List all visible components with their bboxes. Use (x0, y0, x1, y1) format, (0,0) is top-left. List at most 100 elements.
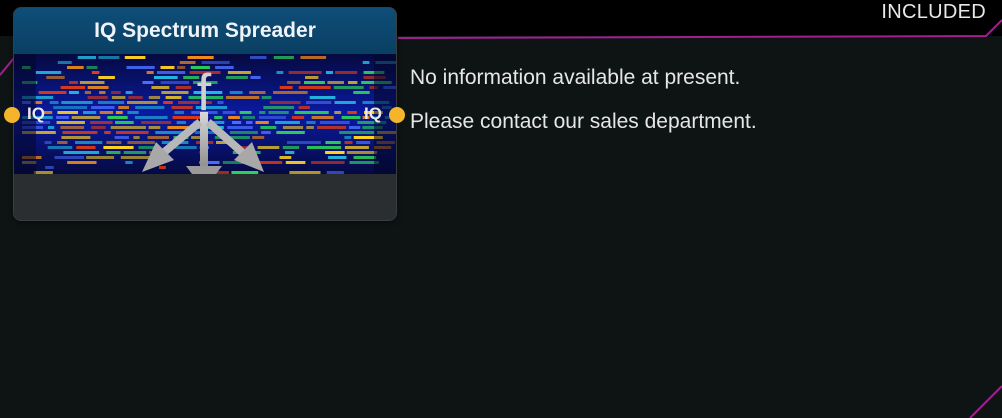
spectrum-band (291, 116, 305, 119)
spectrum-band (56, 121, 85, 124)
spectrum-band (49, 101, 59, 104)
spectrum-band (177, 66, 186, 69)
spectrum-band (174, 111, 184, 114)
spectrum-band (165, 96, 182, 99)
spectrum-band (287, 81, 301, 84)
spectrum-band (279, 156, 292, 159)
spectrum-band (106, 151, 121, 154)
spectrum-band (325, 151, 345, 154)
spectrum-band (84, 91, 91, 94)
spectrum-band (275, 121, 300, 124)
spectrum-band (75, 141, 103, 144)
spectrum-band (307, 146, 342, 149)
spectrum-band (63, 151, 100, 154)
input-port-label: IQ (27, 104, 45, 123)
spectrum-band (306, 121, 316, 124)
spectrum-band (288, 71, 322, 74)
spectrum-band (123, 151, 147, 154)
node-footer (14, 174, 396, 220)
spectrum-band (61, 136, 91, 139)
spectrum-band (229, 131, 258, 134)
spectrum-band (229, 91, 243, 94)
iq-spectrum-spreader-node[interactable]: IQ Spectrum Spreader f (14, 8, 396, 220)
spectrum-band (176, 121, 186, 124)
spectrum-band (69, 81, 78, 84)
spectrum-band (282, 126, 304, 129)
spectrum-band (76, 146, 96, 149)
spectrum-band (259, 116, 286, 119)
spectrum-band (353, 156, 377, 159)
included-badge: INCLUDED (881, 1, 986, 23)
spectrum-band (67, 66, 84, 69)
spectrum-band (54, 156, 85, 159)
input-port-iq[interactable] (4, 107, 20, 123)
spectrum-band (311, 161, 345, 164)
spectrum-band (335, 71, 358, 74)
spectrum-band (171, 106, 193, 109)
output-port-iq[interactable] (389, 107, 405, 123)
spectrum-band (300, 56, 327, 59)
spectrum-band (127, 101, 158, 104)
spectrum-band (217, 101, 224, 104)
spectrum-band (125, 91, 133, 94)
spectrum-band (215, 66, 234, 69)
spectrum-band (227, 126, 253, 129)
spectrum-band (257, 146, 280, 149)
spectrum-band (38, 91, 67, 94)
info-line-2: Please contact our sales department. (410, 110, 757, 133)
spectrum-band (257, 161, 283, 164)
spectrum-band (333, 86, 364, 89)
spectrum-band (79, 81, 105, 84)
spectrum-band (167, 126, 190, 129)
spectrum-band (71, 116, 101, 119)
spectrum-band (60, 126, 85, 129)
spectrum-band (179, 61, 196, 64)
spectrum-band (242, 116, 255, 119)
spectrum-band (327, 81, 344, 84)
spectrum-band (282, 146, 300, 149)
spectrum-band (97, 101, 125, 104)
spectrum-band (91, 71, 100, 74)
spectrum-band (86, 66, 98, 69)
spectrum-band (128, 96, 143, 99)
spectrum-band (273, 56, 294, 59)
spectrum-band (86, 156, 115, 159)
spectrum-band (106, 141, 122, 144)
spectrum-band (141, 121, 172, 124)
spectrum-band (62, 131, 98, 134)
spectrum-band (250, 56, 267, 59)
spectrum-band (276, 131, 305, 134)
spectrum-band (304, 81, 325, 84)
spectrum-band (154, 76, 178, 79)
spectrum-band (250, 76, 261, 79)
spectrum-spread-icon: f (14, 54, 396, 174)
spectrum-band (279, 86, 293, 89)
spectrum-band (147, 136, 169, 139)
spectrum-band (77, 56, 96, 59)
spectrum-band (68, 91, 79, 94)
spectrum-band (110, 126, 146, 129)
spectrum-band (362, 61, 370, 64)
spectrum-band (341, 116, 361, 119)
spectrum-band (344, 141, 353, 144)
spectrum-band (60, 86, 86, 89)
spectrum-band (157, 71, 186, 74)
spectrum-band (249, 91, 266, 94)
spectrum-band (326, 71, 333, 74)
spectrum-band (269, 101, 301, 104)
spectrum-band (232, 121, 242, 124)
spectrum-band (115, 121, 134, 124)
spectrum-band (35, 71, 62, 74)
spectrum-band (44, 141, 52, 144)
spectrum-band (319, 121, 350, 124)
spectrum-band (305, 76, 319, 79)
spectrum-band (317, 126, 347, 129)
spectrum-band (298, 86, 331, 89)
spectrum-band (187, 56, 214, 59)
output-port-label: IQ (364, 104, 382, 123)
spectrum-band (103, 146, 134, 149)
spectrum-band (98, 56, 120, 59)
spectrum-band (228, 116, 240, 119)
spectrum-band (222, 111, 236, 114)
spectrum-band (125, 161, 133, 164)
